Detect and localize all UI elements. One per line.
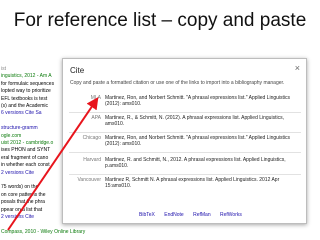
red-arrow-annotation xyxy=(7,97,99,231)
